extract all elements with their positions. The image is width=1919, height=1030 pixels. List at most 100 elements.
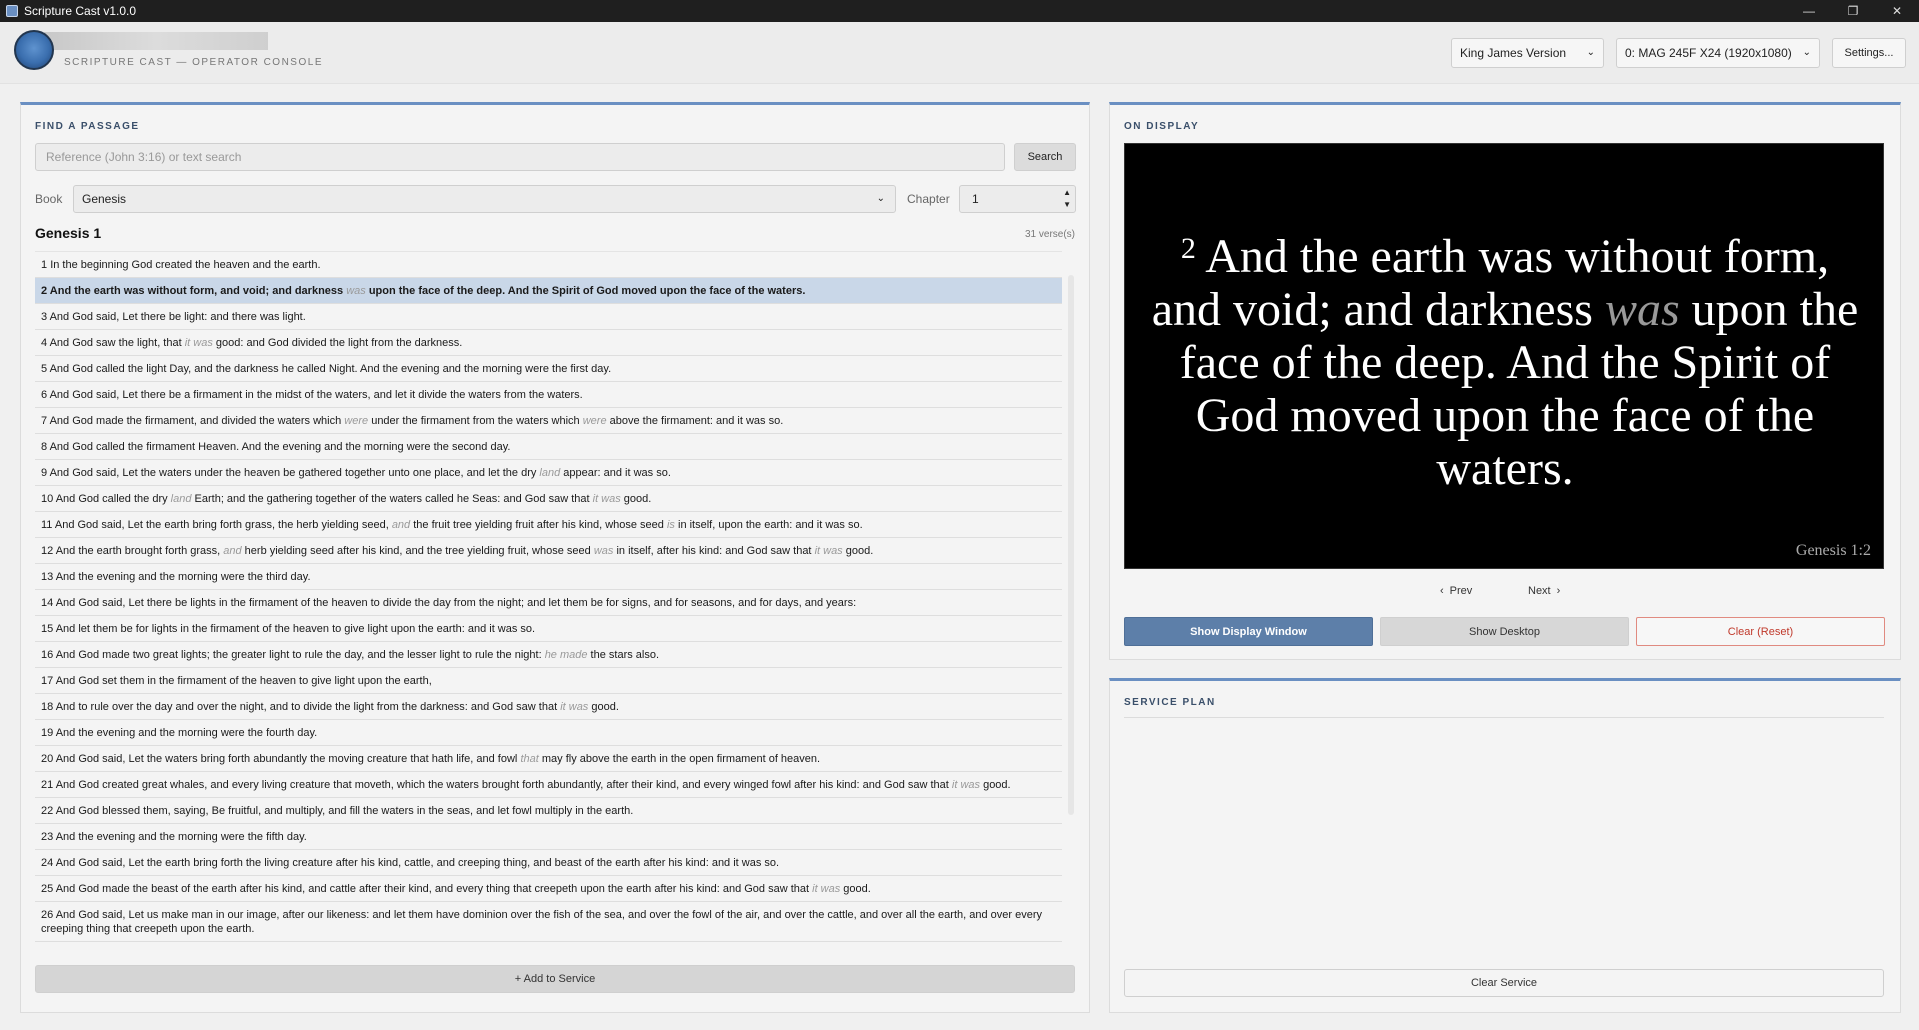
verse-row[interactable]: 26 And God said, Let us make man in our …	[35, 902, 1062, 942]
prev-label: Prev	[1449, 585, 1473, 597]
verse-number: 19	[41, 727, 54, 739]
verse-row[interactable]: 22 And God blessed them, saying, Be frui…	[35, 798, 1062, 824]
verse-text-fragment: In the beginning God created the heaven …	[50, 259, 321, 271]
verse-text-fragment: And God blessed them, saying, Be fruitfu…	[55, 805, 634, 817]
verse-text-fragment: appear: and it was so.	[560, 467, 671, 479]
verse-row[interactable]: 1 In the beginning God created the heave…	[35, 252, 1062, 278]
panel-title-display: ON DISPLAY	[1124, 121, 1200, 132]
display-verse-text: 2 And the earth was without form, and vo…	[1145, 222, 1865, 495]
verse-row[interactable]: 13 And the evening and the morning were …	[35, 564, 1062, 590]
italic-supplied-word: it was	[184, 337, 213, 349]
verse-row[interactable]: 21 And God created great whales, and eve…	[35, 772, 1062, 798]
verse-row[interactable]: 2 And the earth was without form, and vo…	[35, 278, 1062, 304]
verse-text-fragment: And God made the beast of the earth afte…	[55, 883, 813, 895]
verse-text-fragment: And God said, Let the waters under the h…	[49, 467, 540, 479]
chevron-down-icon[interactable]: ▼	[1063, 199, 1071, 211]
italic-supplied-word: were	[344, 415, 369, 427]
verse-text-fragment: And God set them in the firmament of the…	[55, 675, 432, 687]
verse-list[interactable]: 1 In the beginning God created the heave…	[35, 251, 1062, 945]
verse-row[interactable]: 20 And God said, Let the waters bring fo…	[35, 746, 1062, 772]
verse-text-fragment: And God made two great lights; the great…	[55, 649, 545, 661]
service-plan-panel: SERVICE PLAN Clear Service	[1109, 678, 1901, 1013]
verse-row[interactable]: 11 And God said, Let the earth bring for…	[35, 512, 1062, 538]
verse-text-fragment: good.	[588, 701, 619, 713]
verse-row[interactable]: 8 And God called the firmament Heaven. A…	[35, 434, 1062, 460]
verse-text-fragment: And God said, Let the earth bring forth …	[54, 519, 392, 531]
verse-row[interactable]: 5 And God called the light Day, and the …	[35, 356, 1062, 382]
output-display-value: 0: MAG 245F X24 (1920x1080)	[1625, 46, 1792, 60]
verse-number: 16	[41, 649, 54, 661]
search-input[interactable]	[35, 143, 1005, 171]
verse-row[interactable]: 12 And the earth brought forth grass, an…	[35, 538, 1062, 564]
clear-reset-button[interactable]: Clear (Reset)	[1636, 617, 1885, 646]
next-label: Next	[1528, 585, 1551, 597]
close-icon[interactable]: ✕	[1875, 0, 1919, 22]
verse-row[interactable]: 15 And let them be for lights in the fir…	[35, 616, 1062, 642]
verse-number: 2	[41, 285, 48, 297]
italic-supplied-word: was	[593, 545, 614, 557]
minimize-icon[interactable]: —	[1787, 0, 1831, 22]
verse-row[interactable]: 19 And the evening and the morning were …	[35, 720, 1062, 746]
verse-text-fragment: good: and God divided the light from the…	[212, 337, 463, 349]
verse-text-fragment: the fruit tree yielding fruit after his …	[410, 519, 667, 531]
settings-button[interactable]: Settings...	[1832, 38, 1906, 68]
stepper-arrows[interactable]: ▲ ▼	[1063, 187, 1071, 211]
add-to-service-button[interactable]: + Add to Service	[35, 965, 1075, 993]
verse-text-fragment: in itself, upon the earth: and it was so…	[674, 519, 863, 531]
chapter-stepper[interactable]: 1 ▲ ▼	[959, 185, 1076, 213]
display-preview: 2 And the earth was without form, and vo…	[1124, 143, 1884, 569]
verse-number: 3	[41, 311, 48, 323]
next-button[interactable]: Next ›	[1528, 585, 1560, 597]
verse-row[interactable]: 16 And God made two great lights; the gr…	[35, 642, 1062, 668]
verse-row[interactable]: 14 And God said, Let there be lights in …	[35, 590, 1062, 616]
verse-row[interactable]: 9 And God said, Let the waters under the…	[35, 460, 1062, 486]
italic-supplied-word: it was	[592, 493, 621, 505]
verse-row[interactable]: 10 And God called the dry land Earth; an…	[35, 486, 1062, 512]
window-title: Scripture Cast v1.0.0	[24, 4, 137, 18]
panel-title-find: FIND A PASSAGE	[35, 121, 140, 132]
verse-row[interactable]: 27 So God created man in his own image, …	[35, 942, 1062, 945]
show-display-window-button[interactable]: Show Display Window	[1124, 617, 1373, 646]
window-controls: — ❐ ✕	[1787, 0, 1919, 22]
verse-number: 6	[41, 389, 48, 401]
verse-row[interactable]: 24 And God said, Let the earth bring for…	[35, 850, 1062, 876]
verse-row[interactable]: 3 And God said, Let there be light: and …	[35, 304, 1062, 330]
book-select[interactable]: Genesis ⌄	[73, 185, 896, 213]
italic-supplied-word: it was	[560, 701, 589, 713]
verse-number: 24	[41, 857, 54, 869]
verse-row[interactable]: 6 And God said, Let there be a firmament…	[35, 382, 1062, 408]
italic-supplied-word: is	[666, 519, 675, 531]
chapter-heading: Genesis 1	[35, 225, 102, 241]
verse-text-fragment: And God said, Let us make man in our ima…	[41, 909, 1042, 935]
brand-banner	[44, 32, 268, 50]
display-verse-number: 2	[1180, 232, 1196, 265]
search-button[interactable]: Search	[1014, 143, 1076, 171]
verse-number: 11	[41, 519, 53, 531]
verse-text-fragment: And let them be for lights in the firmam…	[55, 623, 536, 635]
verse-list-scrollbar[interactable]	[1068, 275, 1074, 815]
verse-text-fragment: And God said, Let the earth bring forth …	[55, 857, 780, 869]
bible-version-select[interactable]: King James Version ⌄	[1451, 38, 1604, 68]
verse-row[interactable]: 7 And God made the firmament, and divide…	[35, 408, 1062, 434]
show-desktop-button[interactable]: Show Desktop	[1380, 617, 1629, 646]
maximize-icon[interactable]: ❐	[1831, 0, 1875, 22]
verse-number: 17	[41, 675, 54, 687]
verse-row[interactable]: 25 And God made the beast of the earth a…	[35, 876, 1062, 902]
verse-text-fragment: good.	[840, 883, 871, 895]
verse-text-fragment: in itself, after his kind: and God saw t…	[613, 545, 815, 557]
verse-row[interactable]: 18 And to rule over the day and over the…	[35, 694, 1062, 720]
verse-row[interactable]: 23 And the evening and the morning were …	[35, 824, 1062, 850]
verse-number: 8	[41, 441, 48, 453]
italic-supplied-word: it was	[812, 883, 841, 895]
chevron-down-icon: ⌄	[1802, 47, 1811, 58]
italic-supplied-word: it was	[951, 779, 981, 791]
verse-number: 25	[41, 883, 54, 895]
prev-button[interactable]: ‹ Prev	[1440, 585, 1472, 597]
verse-row[interactable]: 17 And God set them in the firmament of …	[35, 668, 1062, 694]
output-display-select[interactable]: 0: MAG 245F X24 (1920x1080) ⌄	[1616, 38, 1820, 68]
verse-number: 15	[41, 623, 54, 635]
clear-service-button[interactable]: Clear Service	[1124, 969, 1884, 997]
verse-row[interactable]: 4 And God saw the light, that it was goo…	[35, 330, 1062, 356]
verse-text-fragment: good.	[980, 779, 1011, 791]
chevron-up-icon[interactable]: ▲	[1063, 187, 1071, 199]
